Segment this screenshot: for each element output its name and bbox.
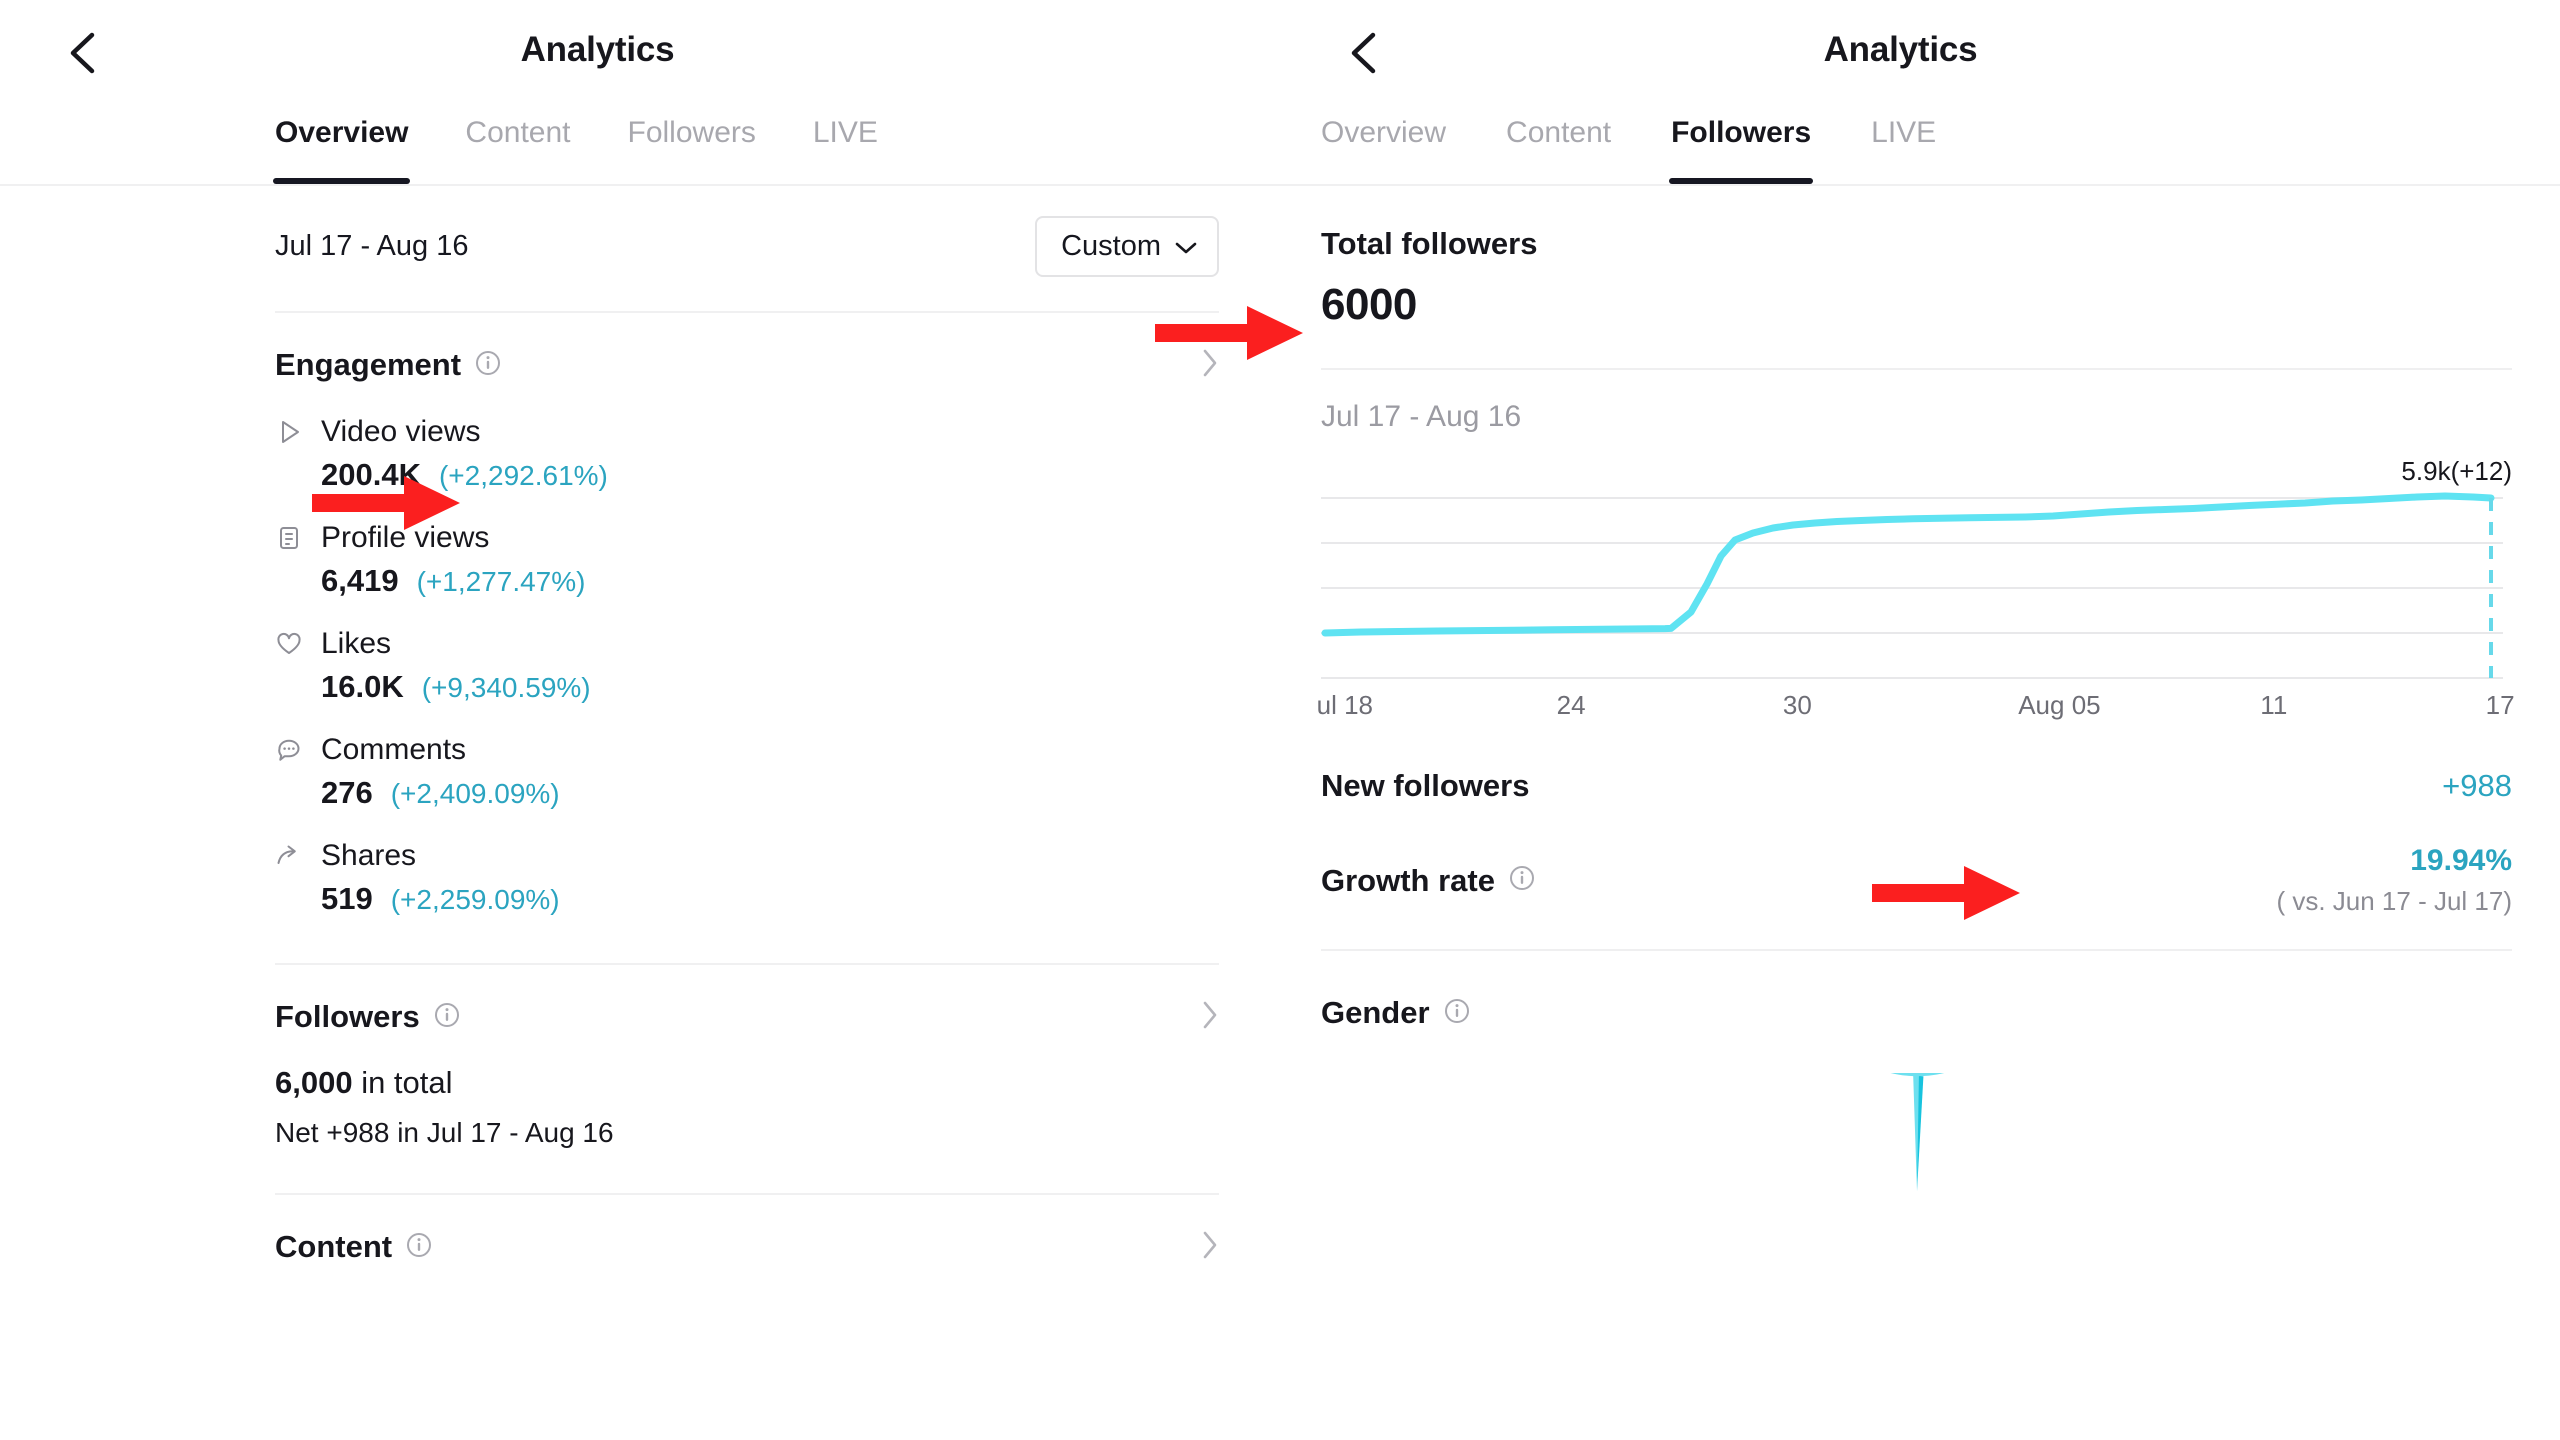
share-icon: [275, 842, 303, 870]
heart-icon: [275, 630, 303, 658]
metric-video-views: Video views 200.4K (+2,292.61%): [275, 415, 1281, 493]
metric-likes: Likes 16.0K (+9,340.59%): [275, 627, 1281, 705]
page-title: Analytics: [520, 30, 675, 69]
metric-profile-views: Profile views 6,419 (+1,277.47%): [275, 521, 1281, 599]
total-followers-value: 6000: [1321, 280, 1417, 329]
growth-rate-value: 19.94%: [2410, 844, 2512, 877]
info-icon[interactable]: [434, 1002, 460, 1033]
divider: [1321, 368, 2512, 370]
info-icon[interactable]: [1509, 863, 1535, 899]
range-selector-button[interactable]: Custom: [1035, 216, 1219, 277]
gender-section-header: Gender: [1321, 995, 2512, 1031]
engagement-section-header[interactable]: Engagement: [0, 313, 1281, 383]
followers-section-header[interactable]: Followers: [0, 965, 1281, 1035]
engagement-metric-list: Video views 200.4K (+2,292.61%) Profile …: [0, 383, 1281, 917]
growth-rate-row: Growth rate 19.94% ( vs. Jun 17 - Jul 17…: [1321, 844, 2512, 917]
chart-annotation: 5.9k(+12): [2401, 456, 2512, 486]
info-icon[interactable]: [406, 1232, 432, 1263]
metric-comments: Comments 276 (+2,409.09%): [275, 733, 1281, 811]
metric-value: 200.4K: [321, 457, 421, 492]
total-followers-label: Total followers: [1321, 226, 1538, 261]
growth-rate-values: 19.94% ( vs. Jun 17 - Jul 17): [2276, 844, 2512, 917]
followers-net-line: Net +988 in Jul 17 - Aug 16: [275, 1117, 614, 1148]
growth-rate-label: Growth rate: [1321, 862, 1495, 898]
range-selector-label: Custom: [1061, 230, 1161, 262]
xtick: 11: [2260, 690, 2288, 720]
gender-pie-chart: [1321, 1073, 2512, 1309]
chevron-right-icon[interactable]: [1201, 348, 1219, 383]
xtick: ul 18: [1316, 690, 1374, 720]
engagement-title: Engagement: [275, 347, 462, 382]
tab-followers[interactable]: Followers: [1669, 108, 1814, 184]
chart-line-series: [1321, 492, 2495, 637]
new-followers-row: New followers +988: [1321, 768, 2512, 804]
xtick: 30: [1782, 690, 1812, 720]
analytics-dual-panel-screen: Analytics Overview Content Followers LIV…: [0, 0, 2560, 1440]
growth-rate-label-group: Growth rate: [1321, 863, 1535, 899]
followers-total-block: 6,000 in total Net +988 in Jul 17 - Aug …: [0, 1035, 1281, 1149]
chart-gridlines: [1321, 497, 2503, 679]
xtick: 24: [1556, 690, 1586, 720]
followers-title: Followers: [275, 999, 420, 1034]
tab-content[interactable]: Content: [1506, 108, 1611, 184]
followers-detail-body: Total followers 6000 Jul 17 - Aug 16 5.9…: [1281, 226, 2560, 1309]
right-tab-bar: Overview Content Followers LIVE: [1281, 108, 2560, 186]
metric-delta: (+2,259.09%): [390, 884, 560, 915]
profile-icon: [275, 524, 303, 552]
followers-line-chart: 5.9k(+12) ul 18 24 30 Aug 05 11 17: [1317, 456, 2515, 720]
metric-delta: (+9,340.59%): [421, 672, 591, 703]
chevron-right-icon[interactable]: [1201, 1230, 1219, 1265]
left-analytics-panel: Analytics Overview Content Followers LIV…: [0, 0, 1281, 1440]
followers-total-suffix: in total: [352, 1065, 453, 1100]
xtick: 17: [2485, 690, 2515, 720]
page-title: Analytics: [1823, 30, 1978, 69]
comment-icon: [275, 736, 303, 764]
followers-total-line: 6,000 in total: [275, 1065, 1219, 1101]
tab-overview[interactable]: Overview: [1321, 108, 1446, 184]
xtick: Aug 05: [2018, 690, 2101, 720]
content-section-header[interactable]: Content: [0, 1195, 1281, 1265]
metric-shares: Shares 519 (+2,259.09%): [275, 839, 1281, 917]
chart-date-range: Jul 17 - Aug 16: [1321, 400, 1522, 433]
left-panel-header: Analytics: [0, 0, 1281, 108]
tab-followers[interactable]: Followers: [628, 108, 756, 184]
tab-content[interactable]: Content: [465, 108, 570, 184]
info-icon[interactable]: [1444, 998, 1470, 1029]
play-icon: [275, 418, 303, 446]
chart-x-axis: ul 18 24 30 Aug 05 11 17: [1317, 690, 2515, 736]
right-analytics-panel: Analytics Overview Content Followers LIV…: [1281, 0, 2560, 1440]
pie-canvas: [1890, 1073, 1944, 1191]
new-followers-value: +988: [2442, 768, 2512, 803]
metric-delta: (+2,292.61%): [438, 460, 608, 491]
date-range-label: Jul 17 - Aug 16: [275, 230, 469, 262]
date-range-row: Jul 17 - Aug 16 Custom: [0, 186, 1281, 277]
metric-value: 16.0K: [321, 669, 404, 704]
metric-value: 519: [321, 881, 373, 916]
tab-overview[interactable]: Overview: [272, 108, 411, 184]
metric-delta: (+2,409.09%): [390, 778, 560, 809]
metric-value: 6,419: [321, 563, 399, 598]
followers-total-value: 6,000: [275, 1065, 353, 1100]
growth-rate-comparison: ( vs. Jun 17 - Jul 17): [2276, 886, 2512, 916]
content-title: Content: [275, 1229, 393, 1264]
right-panel-header: Analytics: [1281, 0, 2560, 108]
tab-live[interactable]: LIVE: [1871, 108, 1936, 184]
chart-canvas: [1321, 492, 2503, 679]
metric-value: 276: [321, 775, 373, 810]
divider: [1321, 949, 2512, 951]
info-icon[interactable]: [475, 350, 501, 381]
tab-live[interactable]: LIVE: [813, 108, 878, 184]
new-followers-label: New followers: [1321, 768, 1530, 803]
chevron-down-icon: [1175, 230, 1197, 263]
gender-label: Gender: [1321, 995, 1430, 1030]
metric-delta: (+1,277.47%): [416, 566, 586, 597]
left-tab-bar: Overview Content Followers LIVE: [0, 108, 1281, 186]
chevron-right-icon[interactable]: [1201, 1000, 1219, 1035]
